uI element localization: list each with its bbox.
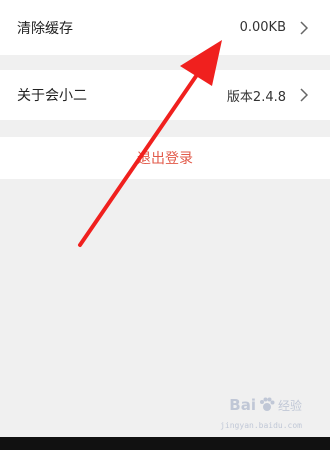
logout-label: 退出登录 [137,151,193,167]
watermark-brand: Bai [229,396,256,414]
about-app-label: 关于会小二 [17,88,87,104]
settings-screen: 清除缓存 0.00KB 关于会小二 版本2.4.8 退出登录 Bai 经验 ji… [0,0,330,450]
clear-cache-row[interactable]: 清除缓存 0.00KB [0,0,330,55]
system-nav-bar [0,437,330,450]
chevron-right-icon [298,87,310,103]
chevron-right-icon [298,20,310,36]
watermark-suffix: 经验 [277,398,302,413]
version-value: 版本2.4.8 [226,89,286,105]
annotation-arrow-icon [78,40,222,247]
clear-cache-label: 清除缓存 [17,20,73,37]
logout-button[interactable]: 退出登录 [0,137,330,179]
watermark-url: jingyan.baidu.com [220,421,302,430]
about-app-row[interactable]: 关于会小二 版本2.4.8 [0,70,330,120]
paw-icon [259,397,275,411]
cache-size-value: 0.00KB [239,20,286,35]
baidu-watermark: Bai 经验 [229,396,302,414]
